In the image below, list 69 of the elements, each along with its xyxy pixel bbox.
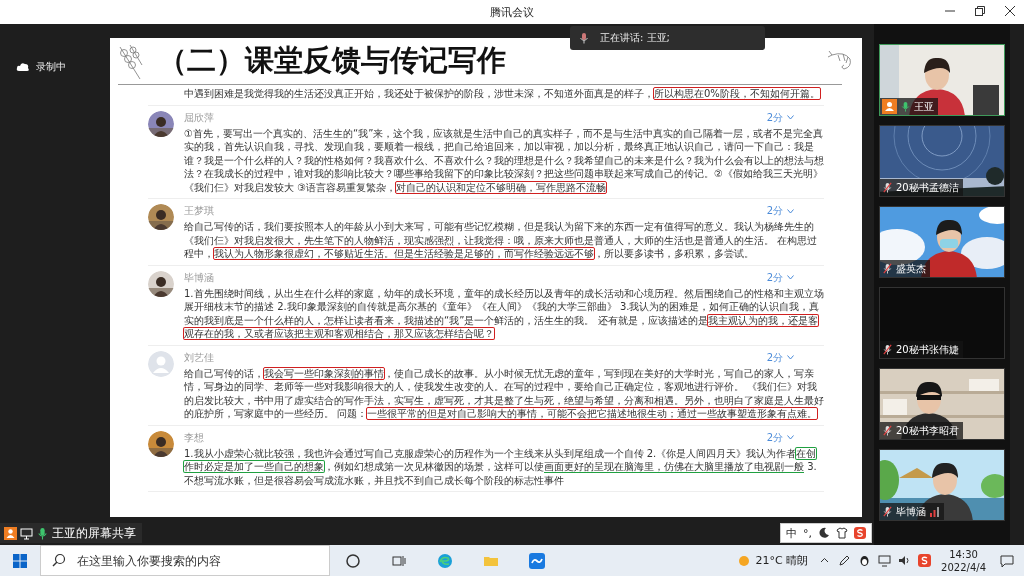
slide-title: （二）课堂反馈与传记写作: [158, 42, 507, 79]
video-tile[interactable]: 毕博涵: [879, 449, 1005, 521]
score-dropdown[interactable]: 2分: [766, 204, 794, 218]
video-tile[interactable]: 20秘书孟德洁: [879, 125, 1005, 197]
commenter-name: 屈欣萍: [184, 110, 214, 125]
pen-icon[interactable]: [838, 554, 852, 567]
search-icon: [52, 553, 66, 567]
weather-text: 21°C 晴朗: [755, 553, 809, 568]
weather-widget[interactable]: 21°C 晴朗: [737, 553, 809, 568]
chevron-icon: [787, 208, 794, 214]
muted-microphone-icon[interactable]: [882, 506, 893, 517]
person-icon: [4, 526, 17, 540]
speaker-icon[interactable]: [898, 554, 912, 567]
participant-name: 盛英杰: [896, 261, 926, 276]
punctuation-mode[interactable]: °,: [803, 526, 812, 540]
participant-name: 20秘书孟德洁: [896, 180, 959, 195]
chevron-icon: [787, 115, 794, 120]
microphone-icon: [578, 32, 590, 44]
participant-name: 20秘书张伟婕: [896, 342, 959, 357]
score-dropdown[interactable]: 2分: [766, 430, 794, 445]
muted-microphone-icon[interactable]: [882, 182, 893, 193]
close-icon[interactable]: [1004, 5, 1016, 17]
chevron-icon: [787, 355, 794, 360]
clock-time: 14:30: [949, 547, 978, 561]
video-tile[interactable]: 盛英杰: [879, 206, 1005, 278]
cloud-icon: [16, 62, 30, 72]
score-dropdown[interactable]: 2分: [766, 270, 794, 285]
participant-name: 王亚: [914, 99, 934, 114]
input-mode[interactable]: 中: [786, 525, 797, 541]
score-dropdown[interactable]: 2分: [766, 350, 794, 365]
app-logo-icon[interactable]: [918, 554, 932, 567]
screen-share-label: 王亚的屏幕共享: [52, 524, 136, 542]
meeting-app-icon[interactable]: [529, 552, 545, 569]
chevron-icon: [787, 275, 794, 280]
browser-icon[interactable]: [437, 552, 453, 569]
restore-icon[interactable]: [974, 5, 986, 17]
notification-icon[interactable]: [1000, 553, 1014, 568]
cortana-icon[interactable]: [345, 552, 361, 569]
comment-text: 中遇到困难是我觉得我的生活还没真正开始，我还处于被保护的阶段，涉世未深，不知道外面真是的样子，所以构思在0%阶段，不知如何开篇。: [184, 87, 821, 101]
shirt-icon[interactable]: [836, 527, 848, 539]
moon-icon[interactable]: [818, 527, 830, 539]
video-tile[interactable]: 20秘书张伟婕: [879, 287, 1005, 359]
windows-start-icon[interactable]: [12, 552, 28, 569]
comment-text: 给自己写传的话，我们要按照本人的年龄从小到大来写，可能有些记忆模糊，但是我认为留下来的东西一定有值得写的意义。我认为杨绛先生的《我们仨》对我启发很大，先生笔下的人物鲜活，现实感强烈，让我觉得：哦，原来大师也是普通人，大师的生活也是普通人的生活。 在构思过程中，我认为人物形象很虚幻，不够贴近生活。但是生活经验是足够的，而写作经验远远不够，所以要多读书，多积累，多尝试。: [184, 220, 819, 261]
sun-icon: [737, 553, 752, 568]
clock-date: 2022/4/4: [941, 560, 986, 574]
participant-name: 20秘书李昭君: [896, 423, 959, 438]
window-title: 腾讯会议: [490, 4, 534, 20]
participant-name: 毕博涵: [896, 504, 926, 519]
muted-microphone-icon[interactable]: [882, 425, 893, 436]
microphone-icon[interactable]: [900, 101, 911, 112]
score-dropdown[interactable]: 2分: [766, 110, 794, 125]
commenter-name: 刘艺佳: [184, 350, 214, 365]
speaking-indicator: 正在讲话: 王亚;: [600, 31, 670, 45]
muted-microphone-icon[interactable]: [882, 263, 893, 274]
comment-text: ①首先，要写出一个真实的、活生生的“我”来，这个我，应该就是生活中自己的真实样子，而不是与生活中真实的自己隔着一层，或者不是完全真实的我，首先认识自我，寻找、发现自我，要顺着一根线，把自己给追回来，加以审视，加以分析，最终真正地认识自己，请问一下自己：我是谁？我是一个什么样的人？我的性格如何？我喜欢什么、不喜欢什么？我的理想是什么？我希望自己的未来是什么？我为什么会有以上的想法与想法？在我成长的过程中，谁对我的影响比较大？哪些事给我留下的印象比较深刻？把这些问题串联起来写成自己的传记。②《假如给我三天光明》《我们仨》对我启发较大 ③语言容易重复繁杂，对自己的认识和定位不够明确，写作思路不流畅: [184, 126, 824, 194]
search-field[interactable]: 在这里输入你要搜索的内容: [40, 545, 330, 576]
network-icon[interactable]: [878, 554, 892, 567]
microphone-icon[interactable]: [36, 526, 49, 540]
video-tile[interactable]: 王亚: [879, 44, 1005, 116]
recording-label: 录制中: [36, 60, 66, 74]
chevron-icon: [787, 435, 794, 440]
video-tile[interactable]: 20秘书李昭君: [879, 368, 1005, 440]
commenter-name: 毕博涵: [184, 270, 214, 285]
muted-microphone-icon[interactable]: [882, 344, 893, 355]
app-logo-icon[interactable]: [854, 527, 866, 539]
commenter-name: 李想: [184, 430, 204, 445]
monitor-icon: [20, 526, 33, 540]
commenter-name: 王梦琪: [184, 204, 214, 218]
